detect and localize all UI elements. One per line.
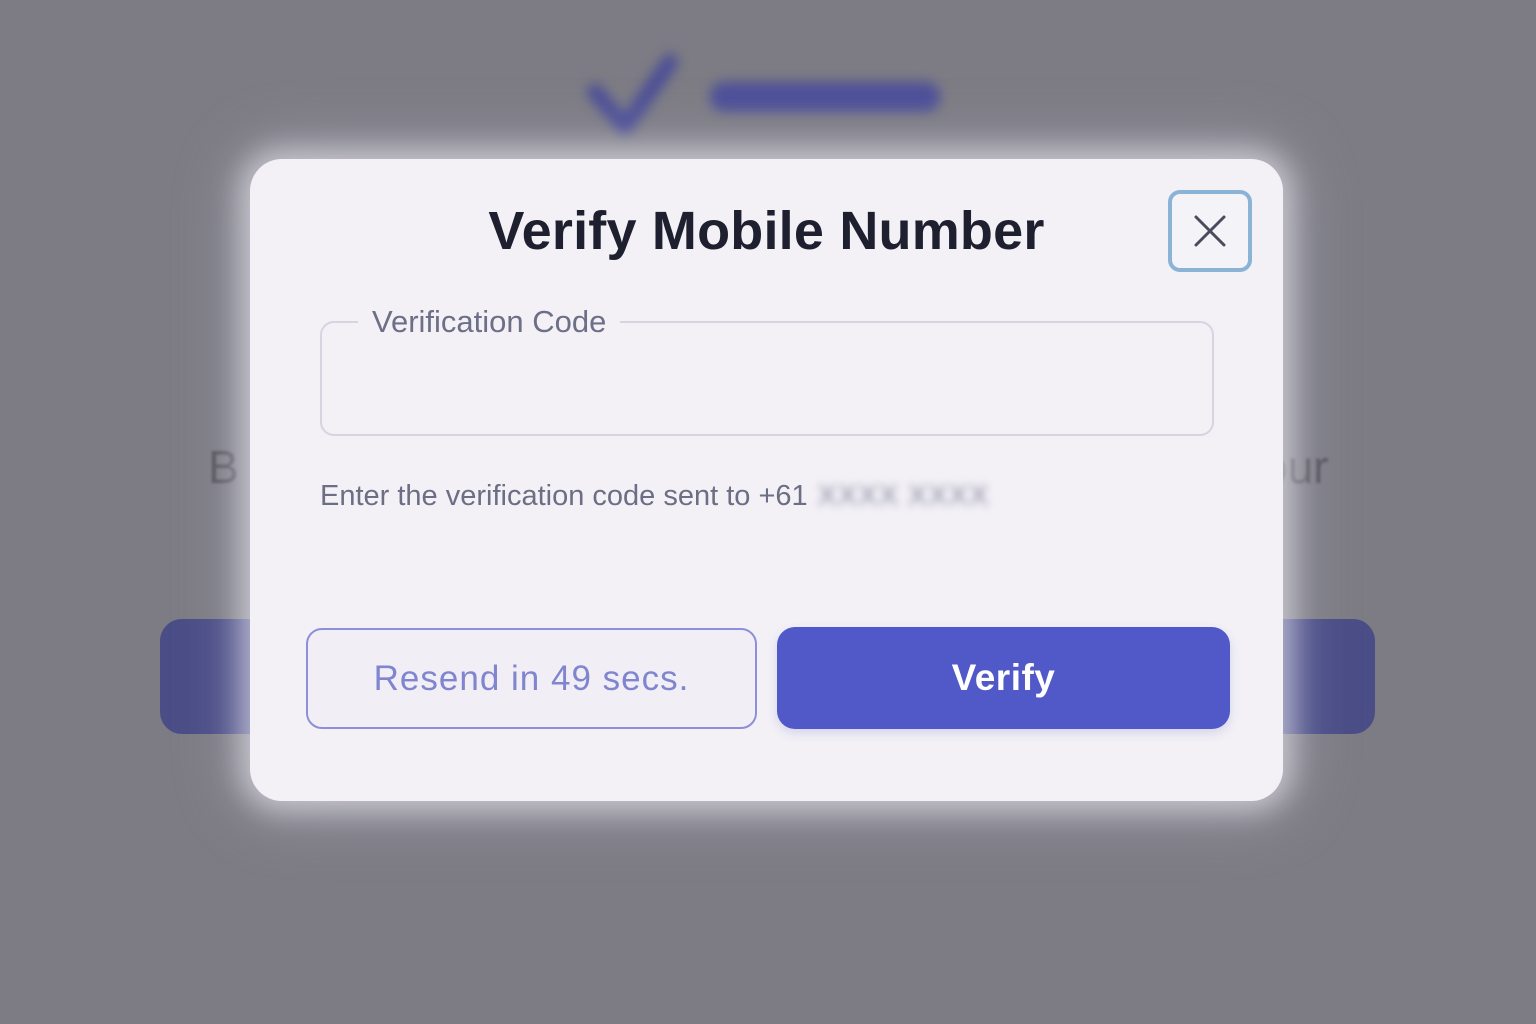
- close-icon: [1194, 215, 1226, 247]
- checkmark-logo-icon: [585, 52, 945, 142]
- verify-button[interactable]: Verify: [777, 627, 1230, 729]
- resend-code-button[interactable]: Resend in 49 secs.: [306, 628, 757, 729]
- verify-button-label: Verify: [951, 657, 1056, 698]
- masked-phone-number: XXXX XXXX: [817, 480, 990, 512]
- dialog-title: Verify Mobile Number: [488, 201, 1045, 261]
- helper-text: Enter the verification code sent to +61 X…: [320, 476, 989, 516]
- verification-code-input[interactable]: [342, 353, 1196, 415]
- close-button[interactable]: [1168, 190, 1252, 272]
- background-text-left: B: [208, 441, 239, 493]
- verification-code-label: Verification Code: [358, 300, 621, 344]
- resend-button-label: Resend in 49 secs.: [373, 658, 690, 698]
- helper-text-message: Enter the verification code sent to +61: [320, 480, 808, 512]
